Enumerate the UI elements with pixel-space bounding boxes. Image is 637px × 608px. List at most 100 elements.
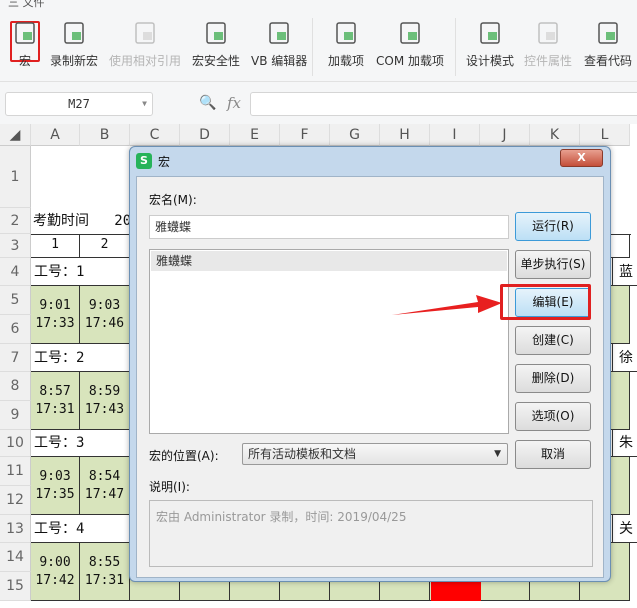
row-header-3[interactable]: 3 [0,234,31,258]
row-header-10[interactable]: 10 [0,430,31,457]
column-header-F[interactable]: F [280,124,330,146]
step-button[interactable]: 单步执行(S) [515,250,591,279]
time-cell[interactable]: 8:55 17:31 [80,543,130,601]
location-value: 所有活动模板和文档 [248,447,357,461]
time-cell[interactable]: 9:01 17:33 [31,286,80,344]
file-menu[interactable]: 三 文件 [8,0,45,10]
close-button[interactable]: X [560,149,603,167]
edit-button-highlight [500,284,591,320]
column-header-H[interactable]: H [380,124,430,146]
cell-employee-name-partial[interactable]: 关 [612,515,637,543]
row-header-14[interactable]: 14 [0,543,31,572]
column-header-G[interactable]: G [330,124,380,146]
time-value: 17:47 [84,486,125,502]
column-header-D[interactable]: D [180,124,230,146]
description-box: 宏由 Administrator 录制，时间: 2019/04/25 [149,500,593,567]
column-header-A[interactable]: A [31,124,80,146]
toolbar-macro-button[interactable]: 宏 [13,20,37,69]
row-header-11[interactable]: 11 [0,457,31,486]
toolbar-record-macro-button[interactable]: 录制新宏 [50,20,98,69]
time-value: 17:42 [35,572,75,588]
column-header-K[interactable]: K [530,124,580,146]
options-button[interactable]: 选项(O) [515,402,591,431]
macro-list-item[interactable]: 雅蠛蝶 [151,251,507,271]
cell-employee-name-partial[interactable]: 蓝 [612,258,637,286]
time-value: 17:31 [84,572,125,588]
name-box[interactable]: M27 ▼ [5,92,153,116]
relative-reference-icon [135,22,155,44]
design-mode-icon [480,22,500,44]
toolbar-com-addins-button[interactable]: COM 加载项 [376,20,444,69]
row-header-6[interactable]: 6 [0,315,31,344]
row-header-5[interactable]: 5 [0,286,31,315]
view-code-icon [598,22,618,44]
run-button[interactable]: 运行(R) [515,212,591,241]
cell-B3[interactable]: 2 [80,234,130,258]
row-header-1[interactable]: 1 [0,146,31,208]
cell-employee-name-partial[interactable]: 朱 [612,430,637,457]
toolbar-macro-security-button[interactable]: 宏安全性 [192,20,240,69]
time-value: 17:31 [35,401,75,417]
row-header-12[interactable]: 12 [0,486,31,515]
toolbar-design-mode-button[interactable]: 设计模式 [466,20,514,69]
column-header-E[interactable]: E [230,124,280,146]
name-box-value: M27 [68,97,90,111]
zoom-search-icon[interactable]: 🔍 [199,95,216,111]
cell-employee-name-partial[interactable]: 徐 [612,344,637,372]
fx-icon[interactable]: fx [227,94,241,112]
formula-input[interactable] [250,92,637,116]
time-value: 8:55 [88,554,121,570]
row-header-9[interactable]: 9 [0,401,31,430]
time-cell[interactable]: 9:03 17:35 [31,457,80,515]
select-all-corner[interactable]: ◢ [0,124,31,146]
time-value: 8:54 [88,468,121,484]
toolbar-relative-reference-button[interactable]: 使用相对引用 [109,20,181,69]
toolbar-label: 宏 [18,54,31,68]
time-cell[interactable]: 9:00 17:42 [31,543,80,601]
macro-location-select[interactable]: 所有活动模板和文档 ▼ [242,443,508,465]
column-header-C[interactable]: C [130,124,180,146]
wps-logo-icon: S [136,153,152,169]
column-header-L[interactable]: L [580,124,630,146]
toolbar-view-code-button[interactable]: 查看代码 [584,20,632,69]
row-header-13[interactable]: 13 [0,515,31,543]
toolbar-label: COM 加载项 [376,54,444,68]
row-header-7[interactable]: 7 [0,344,31,372]
toolbar-addins-button[interactable]: 加载项 [328,20,364,69]
cell-A3[interactable]: 1 [31,234,80,258]
column-header-B[interactable]: B [80,124,130,146]
time-cell[interactable]: 8:54 17:47 [80,457,130,515]
time-value: 17:46 [84,315,125,331]
time-cell[interactable]: 8:59 17:43 [80,372,130,430]
toolbar-label: 设计模式 [466,54,515,68]
column-header-J[interactable]: J [480,124,530,146]
time-value: 17:43 [84,401,125,417]
time-value: 8:57 [39,383,71,399]
macro-name-input[interactable]: 雅蠛蝶 [149,215,509,239]
time-cell[interactable]: 8:57 17:31 [31,372,80,430]
cancel-button[interactable]: 取消 [515,440,591,469]
delete-button[interactable]: 删除(D) [515,364,591,393]
row-header-4[interactable]: 4 [0,258,31,286]
row-header-15[interactable]: 15 [0,572,31,601]
addins-icon [336,22,356,44]
toolbar-vb-editor-button[interactable]: VB 编辑器 [251,20,307,69]
column-header-I[interactable]: I [430,124,480,146]
toolbar-label: 宏安全性 [192,54,241,68]
dialog-titlebar[interactable]: S 宏 X [130,147,610,176]
time-value: 8:59 [88,383,121,399]
time-cell[interactable]: 9:03 17:46 [80,286,130,344]
macro-name-label: 宏名(M): [149,193,197,207]
control-properties-icon [538,22,558,44]
toolbar-control-properties-button[interactable]: 控件属性 [524,20,572,69]
create-button[interactable]: 创建(C) [515,326,591,355]
red-arrow-annotation [392,295,502,315]
chevron-down-icon[interactable]: ▼ [142,93,147,115]
macro-list[interactable]: 雅蠛蝶 [149,249,509,434]
row-header-2[interactable]: 2 [0,208,31,234]
time-value: 17:35 [35,486,75,502]
row-header-8[interactable]: 8 [0,372,31,401]
red-cell[interactable] [431,582,481,601]
dialog-title: 宏 [158,155,171,169]
time-value: 9:03 [39,468,71,484]
